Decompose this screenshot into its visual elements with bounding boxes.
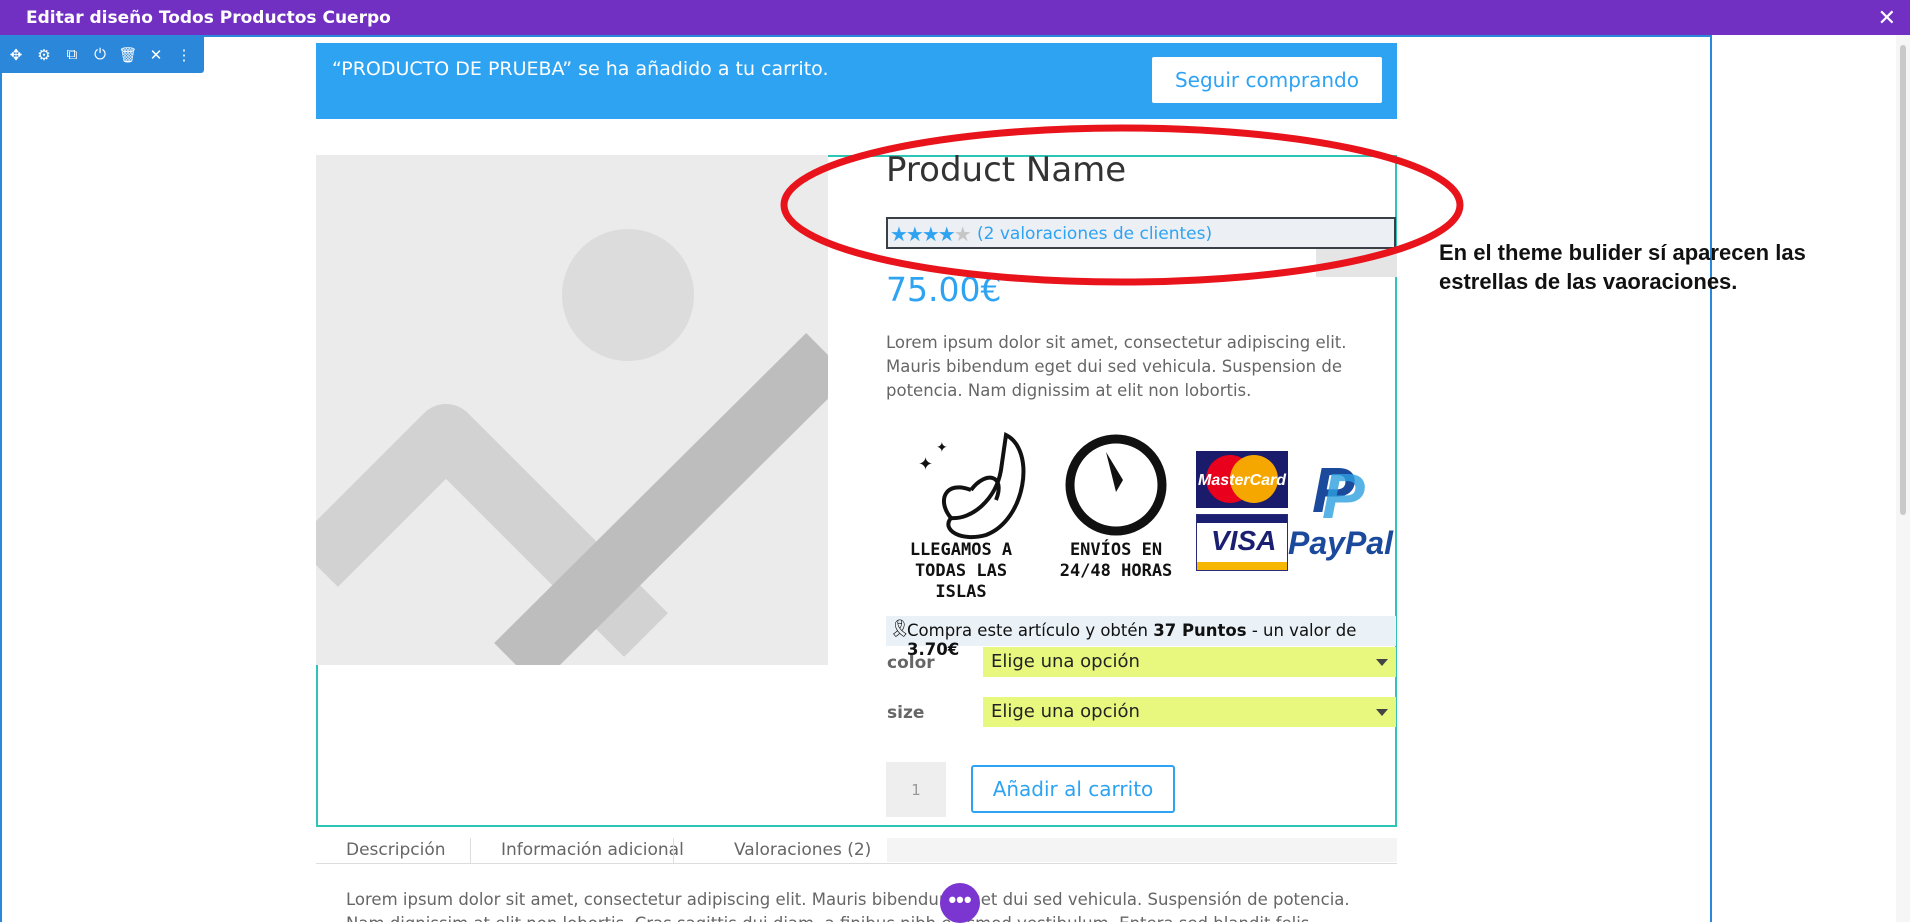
add-to-cart-button[interactable]: Añadir al carrito	[971, 765, 1175, 813]
tab-description[interactable]: Descripción	[346, 840, 446, 860]
builder-title: Editar diseño Todos Productos Cuerpo	[26, 8, 391, 28]
annotation-text: En el theme bulider sí aparecen las estr…	[1439, 240, 1806, 294]
size-select-value: Elige una opción	[991, 701, 1140, 722]
cart-notice-message: “PRODUCTO DE PRUEBA” se ha añadido a tu …	[332, 58, 829, 80]
tab-divider	[470, 838, 471, 863]
chevron-down-icon	[1376, 659, 1388, 666]
more-options-button[interactable]: •••	[940, 883, 980, 923]
module-toolbar: ✥ ⚙ ⧉ ⏻ 🗑 ✕ ⋮	[2, 36, 204, 73]
color-select[interactable]: Elige una opción	[983, 647, 1396, 677]
tab-divider	[673, 838, 674, 863]
islands-label: LLEGAMOS A TODAS LAS ISLAS	[909, 540, 1013, 602]
svg-text:✦: ✦	[936, 439, 948, 455]
power-icon[interactable]: ⏻	[86, 46, 114, 63]
close-icon[interactable]: ✕	[142, 46, 170, 64]
variation-label-color: color	[887, 653, 935, 673]
variation-label-size: size	[887, 703, 925, 723]
move-icon[interactable]: ✥	[2, 46, 30, 64]
visa-text: VISA	[1211, 525, 1277, 556]
duplicate-icon[interactable]: ⧉	[58, 46, 86, 63]
scrollbar[interactable]	[1896, 35, 1910, 922]
mastercard-icon: MasterCard	[1196, 451, 1288, 508]
mastercard-text: MasterCard	[1198, 472, 1287, 489]
paypal-wordmark: PayPal	[1288, 525, 1393, 561]
tab-panel-text: Lorem ipsum dolor sit amet, consectetur …	[346, 888, 1406, 922]
banana-icon: ✦ ✦	[918, 431, 1026, 540]
trash-icon[interactable]: 🗑	[114, 46, 142, 64]
tab-panel-line-2: Nam dignissim at elit non lobortis. Cras…	[346, 912, 1406, 922]
scrollbar-thumb[interactable]	[1900, 45, 1906, 515]
product-short-description: Lorem ipsum dolor sit amet, consectetur …	[886, 333, 1347, 400]
color-select-value: Elige una opción	[991, 651, 1140, 672]
size-select[interactable]: Elige una opción	[983, 697, 1396, 727]
points-amount: 37 Puntos	[1153, 621, 1247, 640]
gear-icon[interactable]: ⚙	[30, 46, 58, 64]
shipping-label: ENVÍOS EN 24/48 HORAS	[1059, 540, 1173, 581]
builder-frame-left	[0, 35, 2, 922]
more-vertical-icon[interactable]: ⋮	[170, 46, 198, 64]
cart-notice: “PRODUCTO DE PRUEBA” se ha añadido a tu …	[316, 43, 1397, 119]
continue-shopping-button[interactable]: Seguir comprando	[1152, 57, 1382, 103]
points-prefix: Compra este artículo y obtén	[907, 621, 1154, 640]
quantity-input[interactable]: 1	[886, 762, 946, 817]
image-placeholder-icon	[316, 155, 828, 665]
product-image-placeholder	[316, 155, 828, 665]
clock-icon	[1065, 434, 1167, 536]
trust-badges: ✦ ✦ LLEGAMOS A TODAS LAS ISLAS ENVÍOS EN…	[886, 430, 1396, 602]
tab-additional-info[interactable]: Información adicional	[501, 840, 684, 860]
chevron-down-icon	[1376, 709, 1388, 716]
builder-titlebar: Editar diseño Todos Productos Cuerpo ✕	[0, 0, 1910, 35]
paypal-text: PayPal	[1288, 525, 1393, 562]
points-message: 🎗 Compra este artículo y obtén 37 Puntos…	[886, 616, 1396, 659]
product-tabs: Descripción Información adicional Valora…	[316, 838, 1397, 864]
svg-text:✦: ✦	[918, 454, 933, 474]
annotation-ellipse	[780, 124, 1464, 286]
tabs-strip	[887, 838, 1397, 862]
tab-panel-line-1: Lorem ipsum dolor sit amet, consectetur …	[346, 890, 1350, 909]
tab-reviews[interactable]: Valoraciones (2)	[734, 840, 871, 860]
visa-icon: VISA	[1196, 514, 1288, 571]
points-middle: - un valor de	[1246, 621, 1357, 640]
close-icon[interactable]: ✕	[1878, 5, 1896, 31]
